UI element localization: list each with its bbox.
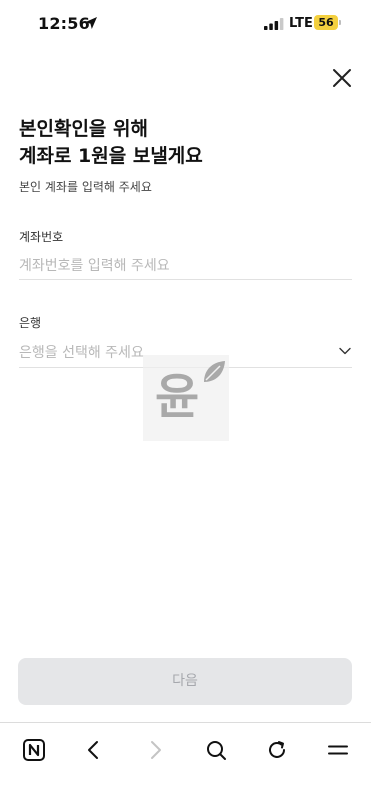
battery-cap	[339, 20, 341, 25]
close-button[interactable]	[328, 64, 356, 92]
account-number-input[interactable]	[19, 252, 352, 280]
search-icon	[207, 741, 226, 760]
forward-button[interactable]	[142, 737, 168, 763]
battery-indicator: 56	[314, 15, 341, 30]
status-time: 12:56	[38, 14, 90, 33]
watermark-logo: 윤	[143, 355, 229, 441]
menu-icon	[328, 745, 348, 755]
battery-level: 56	[318, 16, 334, 29]
network-type-label: LTE	[289, 16, 313, 31]
leaf-icon	[204, 361, 225, 382]
cellular-signal-icon	[264, 18, 284, 30]
location-arrow-icon	[85, 17, 97, 29]
next-button[interactable]: 다음	[18, 658, 352, 705]
naver-home-button[interactable]	[21, 737, 47, 763]
menu-button[interactable]	[325, 737, 351, 763]
refresh-button[interactable]	[264, 737, 290, 763]
watermark-char: 윤	[155, 369, 200, 425]
page-title-line2: 계좌로 1원을 보낼게요	[19, 145, 203, 167]
search-button[interactable]	[203, 737, 229, 763]
forward-icon	[151, 741, 161, 759]
chevron-down-icon	[339, 347, 351, 355]
bank-select-placeholder: 은행을 선택해 주세요	[19, 345, 144, 361]
page-title-line1: 본인확인을 위해	[19, 118, 148, 140]
page-subtitle: 본인 계좌를 입력해 주세요	[19, 180, 152, 194]
naver-home-icon	[23, 739, 45, 761]
back-button[interactable]	[81, 737, 107, 763]
browser-toolbar	[0, 722, 371, 800]
back-icon	[88, 741, 98, 759]
page-title: 본인확인을 위해 계좌로 1원을 보낼게요	[19, 116, 203, 170]
account-number-label: 계좌번호	[19, 230, 64, 244]
status-bar: 12:56 LTE 56	[0, 0, 371, 48]
bank-label: 은행	[19, 316, 42, 330]
refresh-icon	[269, 741, 285, 758]
close-icon	[333, 69, 351, 87]
